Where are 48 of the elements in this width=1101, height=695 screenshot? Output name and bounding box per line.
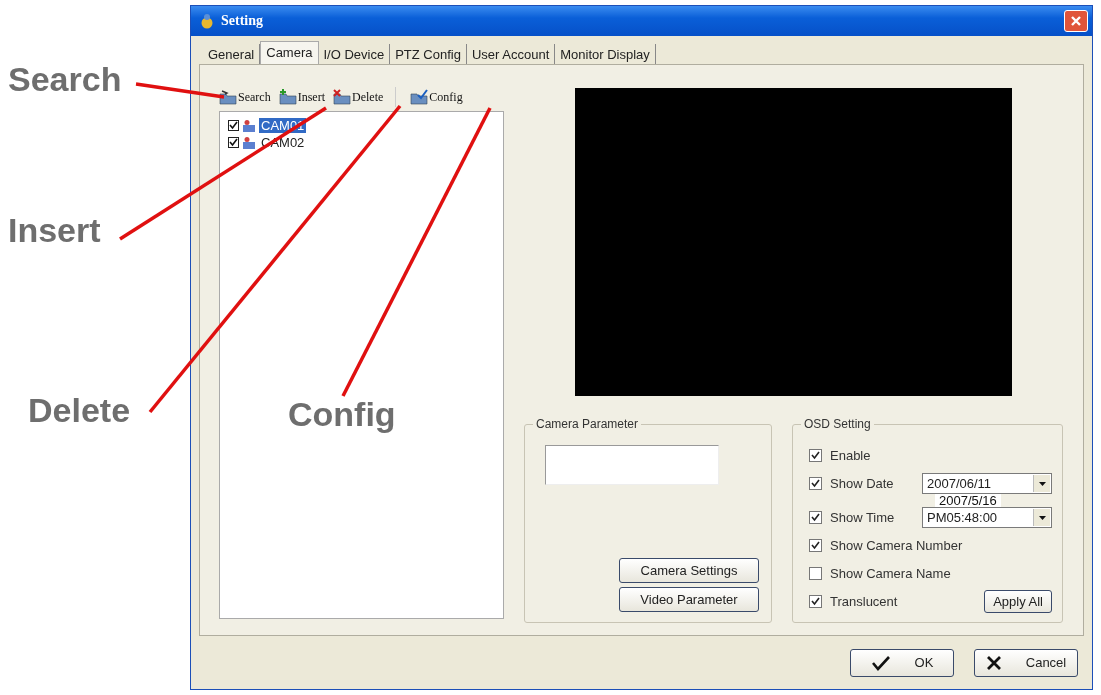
option-label: Translucent xyxy=(830,594,898,609)
caret-icon xyxy=(1038,515,1046,520)
check-icon xyxy=(870,654,891,671)
checkbox[interactable] xyxy=(228,120,239,131)
group-title: Camera Parameter xyxy=(533,417,642,431)
ok-button[interactable]: OK xyxy=(850,648,954,677)
window-title: Setting xyxy=(221,13,263,29)
option-label: Show Time xyxy=(830,510,895,525)
close-button[interactable] xyxy=(1064,10,1088,32)
dropdown[interactable]: 2007/06/11 xyxy=(922,473,1052,494)
group-title: OSD Setting xyxy=(801,417,874,431)
option-label: Show Camera Number xyxy=(830,538,963,553)
checkbox[interactable] xyxy=(809,539,822,552)
insert-button[interactable]: Insert xyxy=(278,89,325,105)
callout-label: Search xyxy=(8,60,122,98)
apply-all-button[interactable]: Apply All xyxy=(984,590,1052,613)
parameter-button[interactable]: Camera Settings xyxy=(619,558,759,583)
option-label: Show Date xyxy=(830,476,894,491)
callout-label: Insert xyxy=(8,211,101,249)
search-button[interactable]: Search xyxy=(219,89,271,105)
parameter-field[interactable] xyxy=(545,445,719,485)
parameter-button[interactable]: Video Parameter xyxy=(619,587,759,612)
delete-button[interactable]: Delete xyxy=(333,89,384,105)
checkbox[interactable] xyxy=(228,137,239,148)
config-button[interactable]: Config xyxy=(410,89,463,105)
checkbox[interactable] xyxy=(809,567,822,580)
date-tooltip: 2007/5/16 xyxy=(935,494,1001,507)
folder-arrow-icon xyxy=(219,89,237,105)
camera-icon xyxy=(242,118,256,133)
option-label: Enable xyxy=(830,448,871,463)
checkbox[interactable] xyxy=(809,595,822,608)
checkbox[interactable] xyxy=(809,511,822,524)
callout-label: Config xyxy=(288,395,396,433)
app-icon xyxy=(199,13,215,29)
cross-icon xyxy=(985,654,1002,671)
camera-icon xyxy=(242,135,256,150)
caret-icon xyxy=(1038,481,1046,486)
folder-cross-icon xyxy=(333,89,351,105)
close-icon xyxy=(1069,14,1083,28)
folder-check-icon xyxy=(410,89,429,105)
tab[interactable]: Camera xyxy=(260,41,319,65)
checkbox[interactable] xyxy=(809,449,822,462)
option-label: Show Camera Name xyxy=(830,566,951,581)
folder-plus-icon xyxy=(278,89,297,105)
callout-label: Delete xyxy=(28,391,131,429)
checkbox[interactable] xyxy=(809,477,822,490)
dropdown[interactable]: PM05:48:00 xyxy=(922,507,1052,528)
cancel-button[interactable]: Cancel xyxy=(974,648,1078,677)
